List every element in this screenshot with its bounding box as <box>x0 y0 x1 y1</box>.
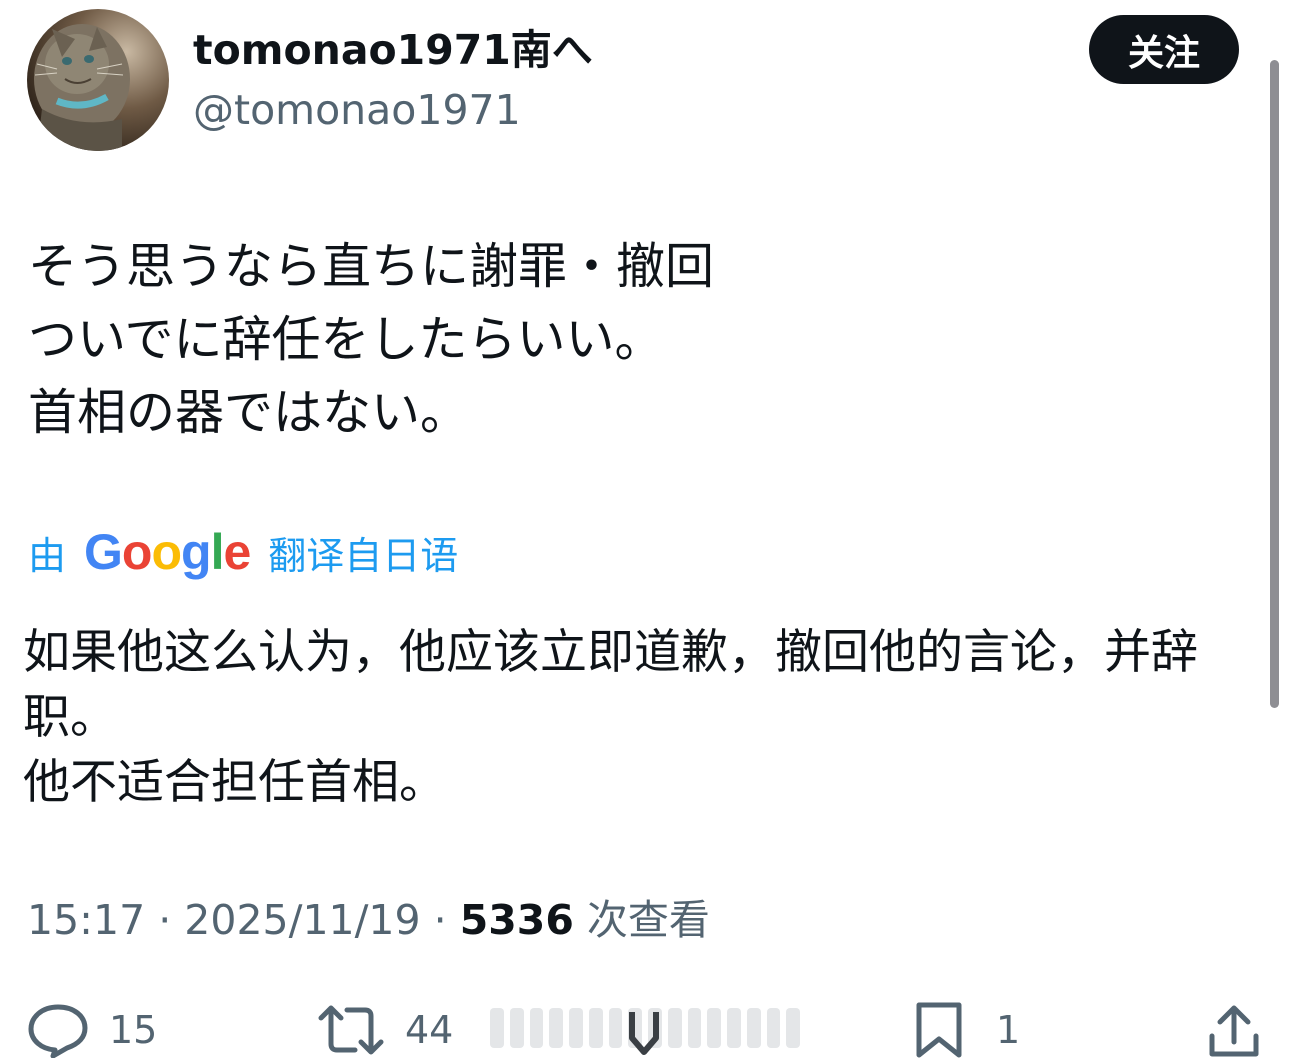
reply-button[interactable]: 15 <box>27 1000 157 1060</box>
tweet-text: そう思うなら直ちに謝罪・撤回 ついでに辞任をしたらいい。 首相の器ではない。 <box>28 230 1228 449</box>
translated-text: 如果他这么认为，他应该立即道歉，撤回他的言论，并辞 职。 他不适合担任首相。 <box>23 620 1243 815</box>
google-logo: Google <box>84 524 251 580</box>
translation-prefix: 由 <box>28 533 67 578</box>
views-label: 次查看 <box>586 896 710 944</box>
bookmark-icon <box>916 1002 962 1058</box>
bookmark-button[interactable]: 1 <box>914 1000 1020 1060</box>
tweet-date[interactable]: 2025/11/19 <box>184 896 420 944</box>
follow-button[interactable]: 关注 <box>1089 15 1239 84</box>
avatar[interactable] <box>27 9 169 151</box>
tweet-line: そう思うなら直ちに謝罪・撤回 <box>28 238 715 295</box>
retweet-button[interactable]: 44 <box>317 1000 453 1060</box>
translated-line: 职。 <box>23 690 117 745</box>
tweet-meta: 15:17 · 2025/11/19 · 5336 次查看 <box>27 893 710 948</box>
reply-count: 15 <box>109 1008 158 1052</box>
display-name[interactable]: tomonao1971南へ <box>193 24 593 76</box>
scrollbar[interactable] <box>1270 60 1279 708</box>
translation-attribution[interactable]: 由 Google 翻译自日语 <box>28 522 458 582</box>
user-handle[interactable]: @tomonao1971 <box>193 84 521 136</box>
reply-icon <box>28 1004 88 1058</box>
chevron-down-icon <box>629 1012 659 1055</box>
share-button[interactable] <box>1208 1000 1260 1060</box>
translated-line: 他不适合担任首相。 <box>23 755 446 810</box>
bookmark-count: 1 <box>996 1008 1021 1052</box>
views-count: 5336 <box>459 896 574 944</box>
share-icon <box>1209 1005 1259 1057</box>
meta-separator: · <box>433 896 447 944</box>
tweet-line: ついでに辞任をしたらいい。 <box>28 311 664 368</box>
retweet-icon <box>318 1005 384 1055</box>
translated-line: 如果他这么认为，他应该立即道歉，撤回他的言论，并辞 <box>23 625 1198 680</box>
retweet-count: 44 <box>405 1008 454 1052</box>
avatar-cat-image <box>27 9 169 151</box>
tweet-time[interactable]: 15:17 <box>27 896 145 944</box>
tweet-line: 首相の器ではない。 <box>28 384 470 441</box>
translation-suffix: 翻译自日语 <box>268 533 459 578</box>
meta-separator: · <box>158 896 172 944</box>
